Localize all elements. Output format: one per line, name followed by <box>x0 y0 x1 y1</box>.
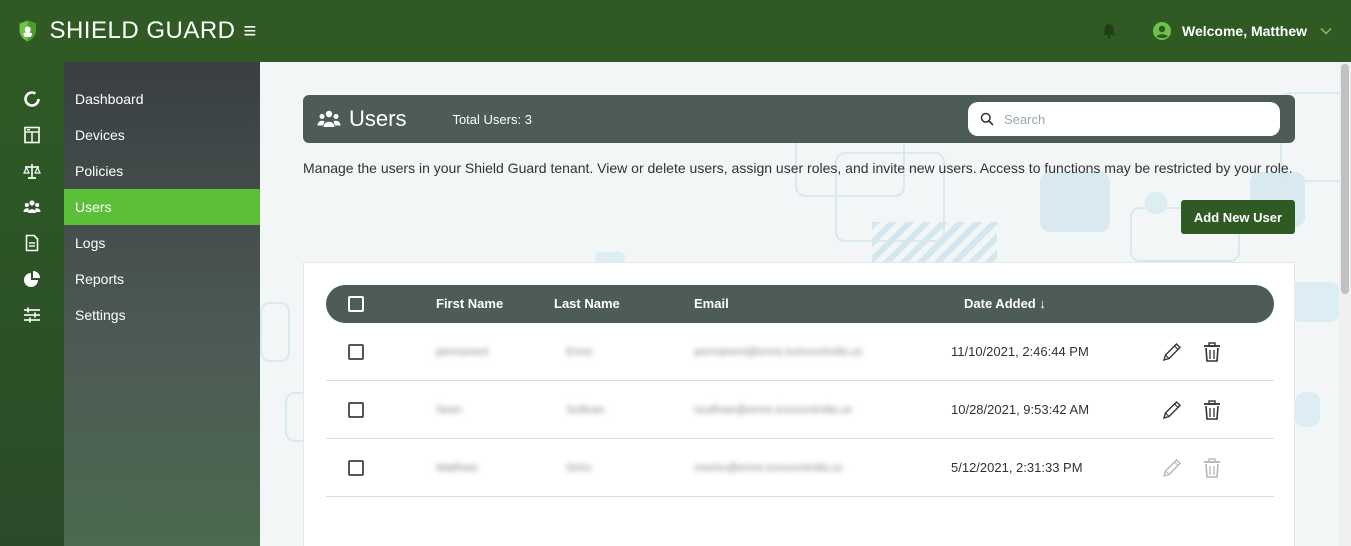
background-decoration <box>1290 282 1339 322</box>
pencil-icon <box>1162 343 1181 362</box>
sidebar-item-label: Devices <box>75 127 125 143</box>
sidebar-item-label: Users <box>64 189 260 225</box>
dashboard-icon <box>24 91 40 107</box>
main-content: Users Total Users: 3 Manage the users in… <box>260 62 1339 546</box>
delete-user-button <box>1200 456 1224 480</box>
first-name-cell: Matthew <box>436 462 478 474</box>
background-decoration <box>1040 172 1110 232</box>
sidebar-item-label: Policies <box>75 163 124 179</box>
column-header-date-added[interactable]: Date Added ↓ <box>964 285 1046 323</box>
search-icon <box>980 112 994 126</box>
edit-user-button[interactable] <box>1160 398 1184 422</box>
devices-icon <box>24 126 40 144</box>
users-table-card: First Name Last Name Email Date Added ↓ … <box>303 262 1295 546</box>
user-circle-icon <box>1153 22 1171 40</box>
pie-chart-icon <box>24 271 40 287</box>
top-bar: SHIELD GUARD ≡ Welcome, Matthew <box>0 0 1351 62</box>
sidebar-item-dashboard[interactable]: Dashboard <box>0 81 260 117</box>
sidebar-item-logs[interactable]: Logs <box>0 225 260 261</box>
brand: SHIELD GUARD ≡ <box>0 0 260 62</box>
sliders-icon <box>24 307 40 323</box>
hamburger-menu-icon[interactable]: ≡ <box>244 20 260 42</box>
sidebar-item-users[interactable]: Users <box>0 189 260 225</box>
sidebar-item-label: Reports <box>75 271 125 287</box>
users-icon <box>317 110 341 127</box>
row-checkbox[interactable] <box>348 402 364 418</box>
sidebar-item-reports[interactable]: Reports <box>0 261 260 297</box>
background-decoration <box>1145 192 1167 214</box>
table-header: First Name Last Name Email Date Added ↓ <box>326 285 1274 323</box>
search-box[interactable] <box>968 102 1280 136</box>
last-name-cell: Sohu <box>566 462 592 474</box>
date-added-cell: 11/10/2021, 2:46:44 PM <box>951 344 1089 359</box>
table-row: Matthew Sohu msohu@emre.iconcontrolla.us… <box>326 439 1274 497</box>
trash-icon <box>1204 342 1220 362</box>
total-users-count: Total Users: 3 <box>452 111 532 127</box>
chevron-down-icon <box>1320 27 1332 35</box>
first-name-cell: Sean <box>436 404 462 416</box>
delete-user-button[interactable] <box>1200 340 1224 364</box>
edit-user-button <box>1160 456 1184 480</box>
column-header-email[interactable]: Email <box>694 285 729 323</box>
scrollbar-thumb[interactable] <box>1341 64 1349 294</box>
date-added-cell: 10/28/2021, 9:53:42 AM <box>951 402 1090 417</box>
brand-name: SHIELD GUARD <box>49 17 236 44</box>
shield-logo-icon <box>19 20 36 42</box>
first-name-cell: permanent <box>436 346 489 358</box>
row-checkbox[interactable] <box>348 344 364 360</box>
edit-user-button[interactable] <box>1160 340 1184 364</box>
add-new-user-button[interactable]: Add New User <box>1181 200 1295 234</box>
sidebar-item-label: Logs <box>75 235 106 251</box>
trash-icon <box>1204 458 1220 478</box>
background-decoration <box>260 302 290 362</box>
date-added-cell: 5/12/2021, 2:31:33 PM <box>951 460 1083 475</box>
select-all-checkbox[interactable] <box>348 296 364 312</box>
sidebar-item-settings[interactable]: Settings <box>0 297 260 333</box>
email-cell: ssullivan@emre.iconcontrolla.us <box>694 404 852 416</box>
column-header-first-name[interactable]: First Name <box>436 285 503 323</box>
document-icon <box>25 234 39 252</box>
users-icon <box>23 200 41 213</box>
page-description: Manage the users in your Shield Guard te… <box>303 160 1293 176</box>
background-decoration <box>1295 392 1320 427</box>
page-scrollbar[interactable] <box>1339 62 1351 546</box>
page-title: Users <box>349 106 407 131</box>
users-header-bar: Users Total Users: 3 <box>303 95 1295 143</box>
sidebar-item-label: Dashboard <box>75 91 144 107</box>
sidebar-item-devices[interactable]: Devices <box>0 117 260 153</box>
pencil-icon <box>1162 459 1181 478</box>
table-row: permanent Emre permanent@emre.iconcontro… <box>326 323 1274 381</box>
scale-icon <box>23 164 41 179</box>
last-name-cell: Sullivan <box>566 404 605 416</box>
sidebar-item-policies[interactable]: Policies <box>0 153 260 189</box>
table-row: Sean Sullivan ssullivan@emre.iconcontrol… <box>326 381 1274 439</box>
email-cell: msohu@emre.iconcontrolla.us <box>694 462 843 474</box>
column-header-last-name[interactable]: Last Name <box>554 285 620 323</box>
search-input[interactable] <box>1004 111 1264 127</box>
user-menu[interactable]: Welcome, Matthew <box>1152 21 1333 41</box>
background-decoration <box>872 222 997 262</box>
trash-icon <box>1204 400 1220 420</box>
welcome-text: Welcome, Matthew <box>1182 23 1307 39</box>
last-name-cell: Emre <box>566 346 593 358</box>
sidebar-item-label: Settings <box>75 307 126 323</box>
delete-user-button[interactable] <box>1200 398 1224 422</box>
pencil-icon <box>1162 401 1181 420</box>
bell-icon[interactable] <box>1100 22 1118 40</box>
email-cell: permanent@emre.iconcontrolla.us <box>694 346 863 358</box>
row-checkbox[interactable] <box>348 460 364 476</box>
